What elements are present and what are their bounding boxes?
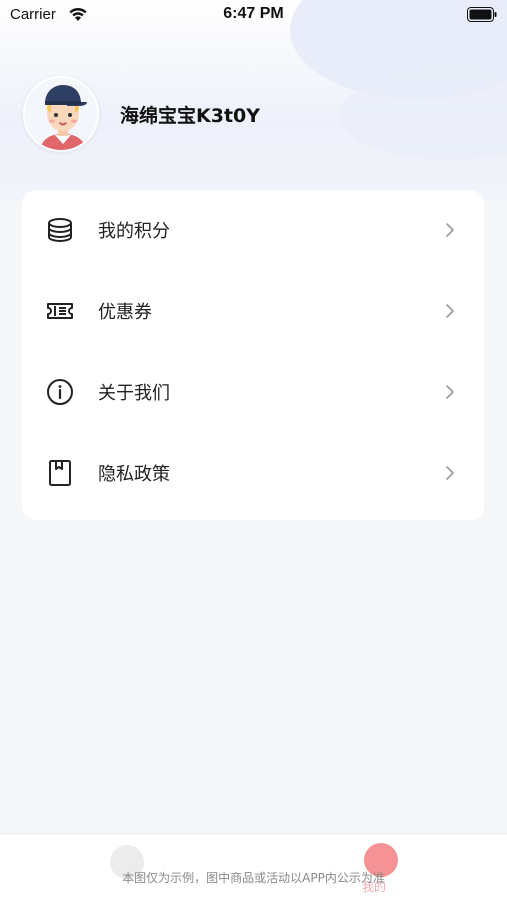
- tab-bar: 我的 本图仅为示例，图中商品或活动以APP内公示为准: [0, 833, 507, 900]
- info-circle-icon: [47, 379, 73, 405]
- coins-stack-icon: [48, 218, 72, 243]
- ticket-icon: [47, 303, 73, 319]
- document-icon: [49, 460, 71, 486]
- menu-item-points[interactable]: 我的积分: [22, 190, 484, 270]
- battery-icon: [467, 7, 497, 22]
- menu-item-label: 优惠券: [98, 302, 152, 323]
- username: 海绵宝宝K3t0Y: [120, 105, 261, 127]
- chevron-right-icon: [446, 466, 454, 480]
- disclaimer-text: 本图仅为示例，图中商品或活动以APP内公示为准: [122, 871, 385, 885]
- menu-item-label: 关于我们: [98, 383, 170, 404]
- status-bar: Carrier 6:47 PM: [0, 0, 507, 30]
- menu-card: 我的积分 优惠券 关于我们 隐私政策: [22, 190, 484, 520]
- menu-item-label: 隐私政策: [98, 464, 170, 485]
- clock: 6:47 PM: [223, 5, 284, 22]
- menu-item-about-us[interactable]: 关于我们: [22, 352, 484, 432]
- avatar[interactable]: [23, 76, 99, 152]
- menu-item-privacy-policy[interactable]: 隐私政策: [22, 433, 484, 513]
- chevron-right-icon: [446, 385, 454, 399]
- chevron-right-icon: [446, 304, 454, 318]
- menu-item-label: 我的积分: [98, 221, 170, 242]
- chevron-right-icon: [446, 223, 454, 237]
- menu-item-coupons[interactable]: 优惠券: [22, 271, 484, 351]
